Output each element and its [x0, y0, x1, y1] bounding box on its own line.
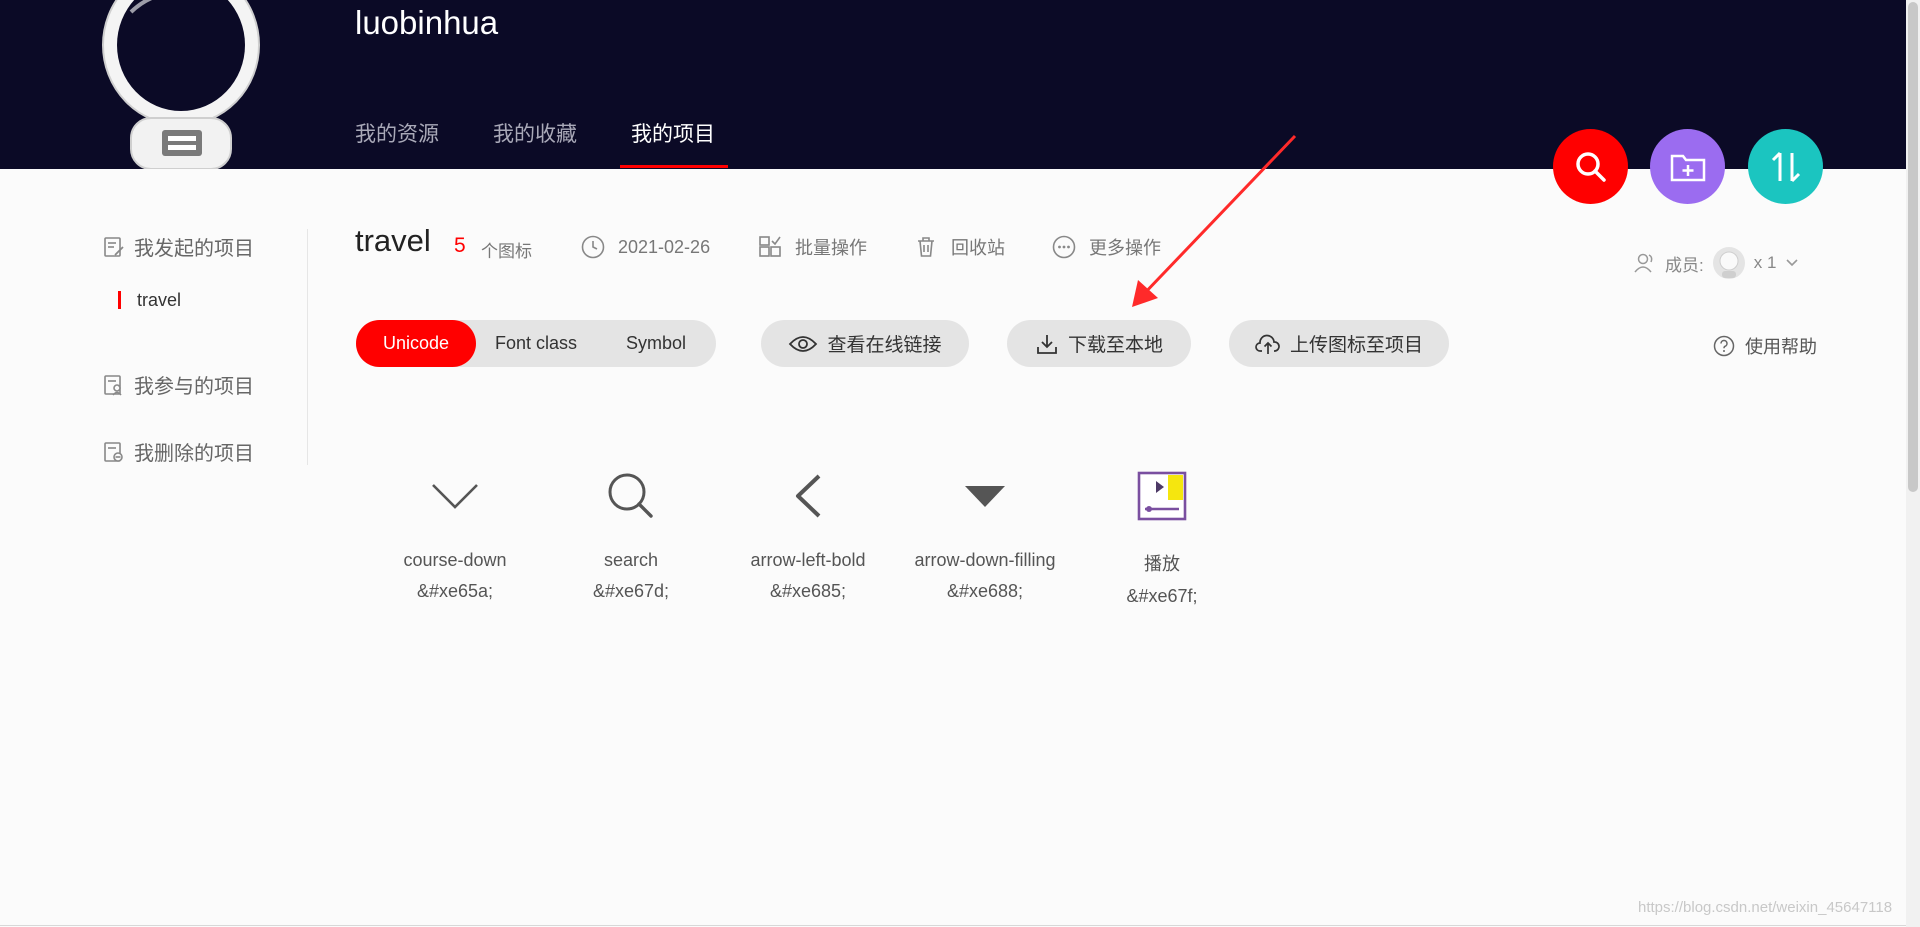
batch-operation-label: 批量操作: [795, 238, 867, 258]
project-deleted-icon: [104, 441, 123, 462]
help-link[interactable]: 使用帮助: [1713, 333, 1817, 359]
icon-name: 播放: [1144, 554, 1180, 574]
eye-icon: [789, 335, 818, 352]
top-header: [0, 0, 1920, 169]
scrollbar[interactable]: [1906, 0, 1920, 927]
format-font-class[interactable]: Font class: [476, 320, 596, 367]
triangle-down-icon: [965, 485, 1005, 507]
sidebar-item-deleted[interactable]: 我删除的项目: [102, 437, 254, 466]
project-date-text: 2021-02-26: [618, 236, 711, 257]
search-button[interactable]: [1553, 129, 1628, 204]
upload-icons-button[interactable]: 上传图标至项目: [1229, 320, 1449, 367]
icon-code: &#xe67d;: [592, 581, 670, 601]
icon-code: &#xe688;: [946, 581, 1024, 601]
watermark: https://blog.csdn.net/weixin_45647118: [1638, 899, 1893, 916]
scrollbar-thumb[interactable]: [1908, 2, 1918, 492]
sort-arrows-icon: [1771, 151, 1800, 182]
icon-name: arrow-down-filling: [914, 550, 1056, 570]
format-unicode[interactable]: Unicode: [356, 320, 476, 367]
icon-card[interactable]: arrow-down-filling &#xe688;: [897, 463, 1073, 602]
icon-code: &#xe67f;: [1126, 586, 1198, 606]
folder-add-icon: [1670, 154, 1705, 181]
batch-operation-button[interactable]: 批量操作: [757, 234, 867, 260]
play-video-icon: [1137, 471, 1187, 520]
annotation-arrow: [1132, 134, 1297, 307]
download-icon: [1037, 334, 1057, 354]
recycle-bin-label: 回收站: [951, 238, 1005, 258]
sidebar-item-label: 我参与的项目: [134, 376, 254, 398]
sidebar-divider: [307, 229, 308, 465]
member-selector[interactable]: 成员: x 1: [1633, 246, 1800, 280]
icon-count-unit: 个图标: [481, 242, 532, 261]
upload-icons-label: 上传图标至项目: [1289, 335, 1423, 356]
avatar[interactable]: [96, 0, 266, 170]
member-avatar: [1712, 247, 1745, 279]
cloud-upload-icon: [1255, 334, 1280, 354]
view-online-link-button[interactable]: 查看在线链接: [761, 320, 969, 367]
member-count: x 1: [1753, 253, 1777, 272]
member-label: 成员:: [1665, 255, 1704, 275]
sidebar-project-travel[interactable]: travel: [118, 291, 181, 309]
download-local-label: 下载至本地: [1067, 335, 1163, 356]
username: luobinhua: [355, 4, 499, 41]
tab-my-resources[interactable]: 我的资源: [355, 118, 439, 148]
bottom-border: [0, 925, 1906, 926]
sidebar-item-participated[interactable]: 我参与的项目: [102, 370, 254, 399]
members-icon: [1634, 253, 1653, 273]
sidebar-item-label: 我删除的项目: [134, 443, 254, 465]
icon-card[interactable]: course-down &#xe65a;: [367, 463, 543, 602]
icon-count: 5: [454, 234, 466, 257]
search-icon: [1575, 151, 1606, 182]
icon-name: course-down: [403, 550, 507, 570]
icon-code: &#xe65a;: [416, 581, 494, 601]
batch-grid-icon: [759, 236, 781, 257]
icon-name: arrow-left-bold: [750, 550, 866, 570]
chevron-down-icon: [432, 483, 478, 509]
format-segmented-control[interactable]: Unicode Font class Symbol: [356, 320, 716, 367]
search-icon: [608, 473, 653, 518]
clock-icon: [581, 235, 605, 259]
project-date: 2021-02-26: [580, 234, 710, 260]
icon-code: &#xe685;: [769, 581, 847, 601]
format-symbol[interactable]: Symbol: [596, 320, 716, 367]
icon-card[interactable]: search &#xe67d;: [543, 463, 719, 602]
sidebar-item-initiated[interactable]: 我发起的项目: [102, 232, 254, 261]
sort-button[interactable]: [1748, 129, 1823, 204]
question-circle-icon: [1713, 335, 1735, 357]
tab-my-favorites[interactable]: 我的收藏: [493, 118, 577, 148]
icon-card[interactable]: arrow-left-bold &#xe685;: [720, 463, 896, 602]
more-dots-icon: [1052, 235, 1076, 259]
new-folder-button[interactable]: [1650, 129, 1725, 204]
chevron-down-icon: [1786, 259, 1798, 267]
tab-my-projects[interactable]: 我的项目: [631, 118, 715, 148]
active-tab-indicator: [620, 165, 728, 168]
download-local-button[interactable]: 下载至本地: [1007, 320, 1191, 367]
chevron-left-icon: [796, 474, 821, 517]
project-edit-icon: [104, 236, 124, 257]
sidebar-item-label: 我发起的项目: [134, 238, 254, 260]
trash-icon: [918, 237, 934, 257]
recycle-bin-button[interactable]: 回收站: [913, 234, 1005, 260]
icon-card[interactable]: 播放 &#xe67f;: [1074, 463, 1250, 607]
icon-name: search: [603, 550, 659, 570]
project-member-icon: [104, 374, 122, 396]
view-online-link-label: 查看在线链接: [827, 335, 942, 356]
help-label: 使用帮助: [1745, 337, 1817, 357]
project-title: travel: [355, 223, 431, 258]
